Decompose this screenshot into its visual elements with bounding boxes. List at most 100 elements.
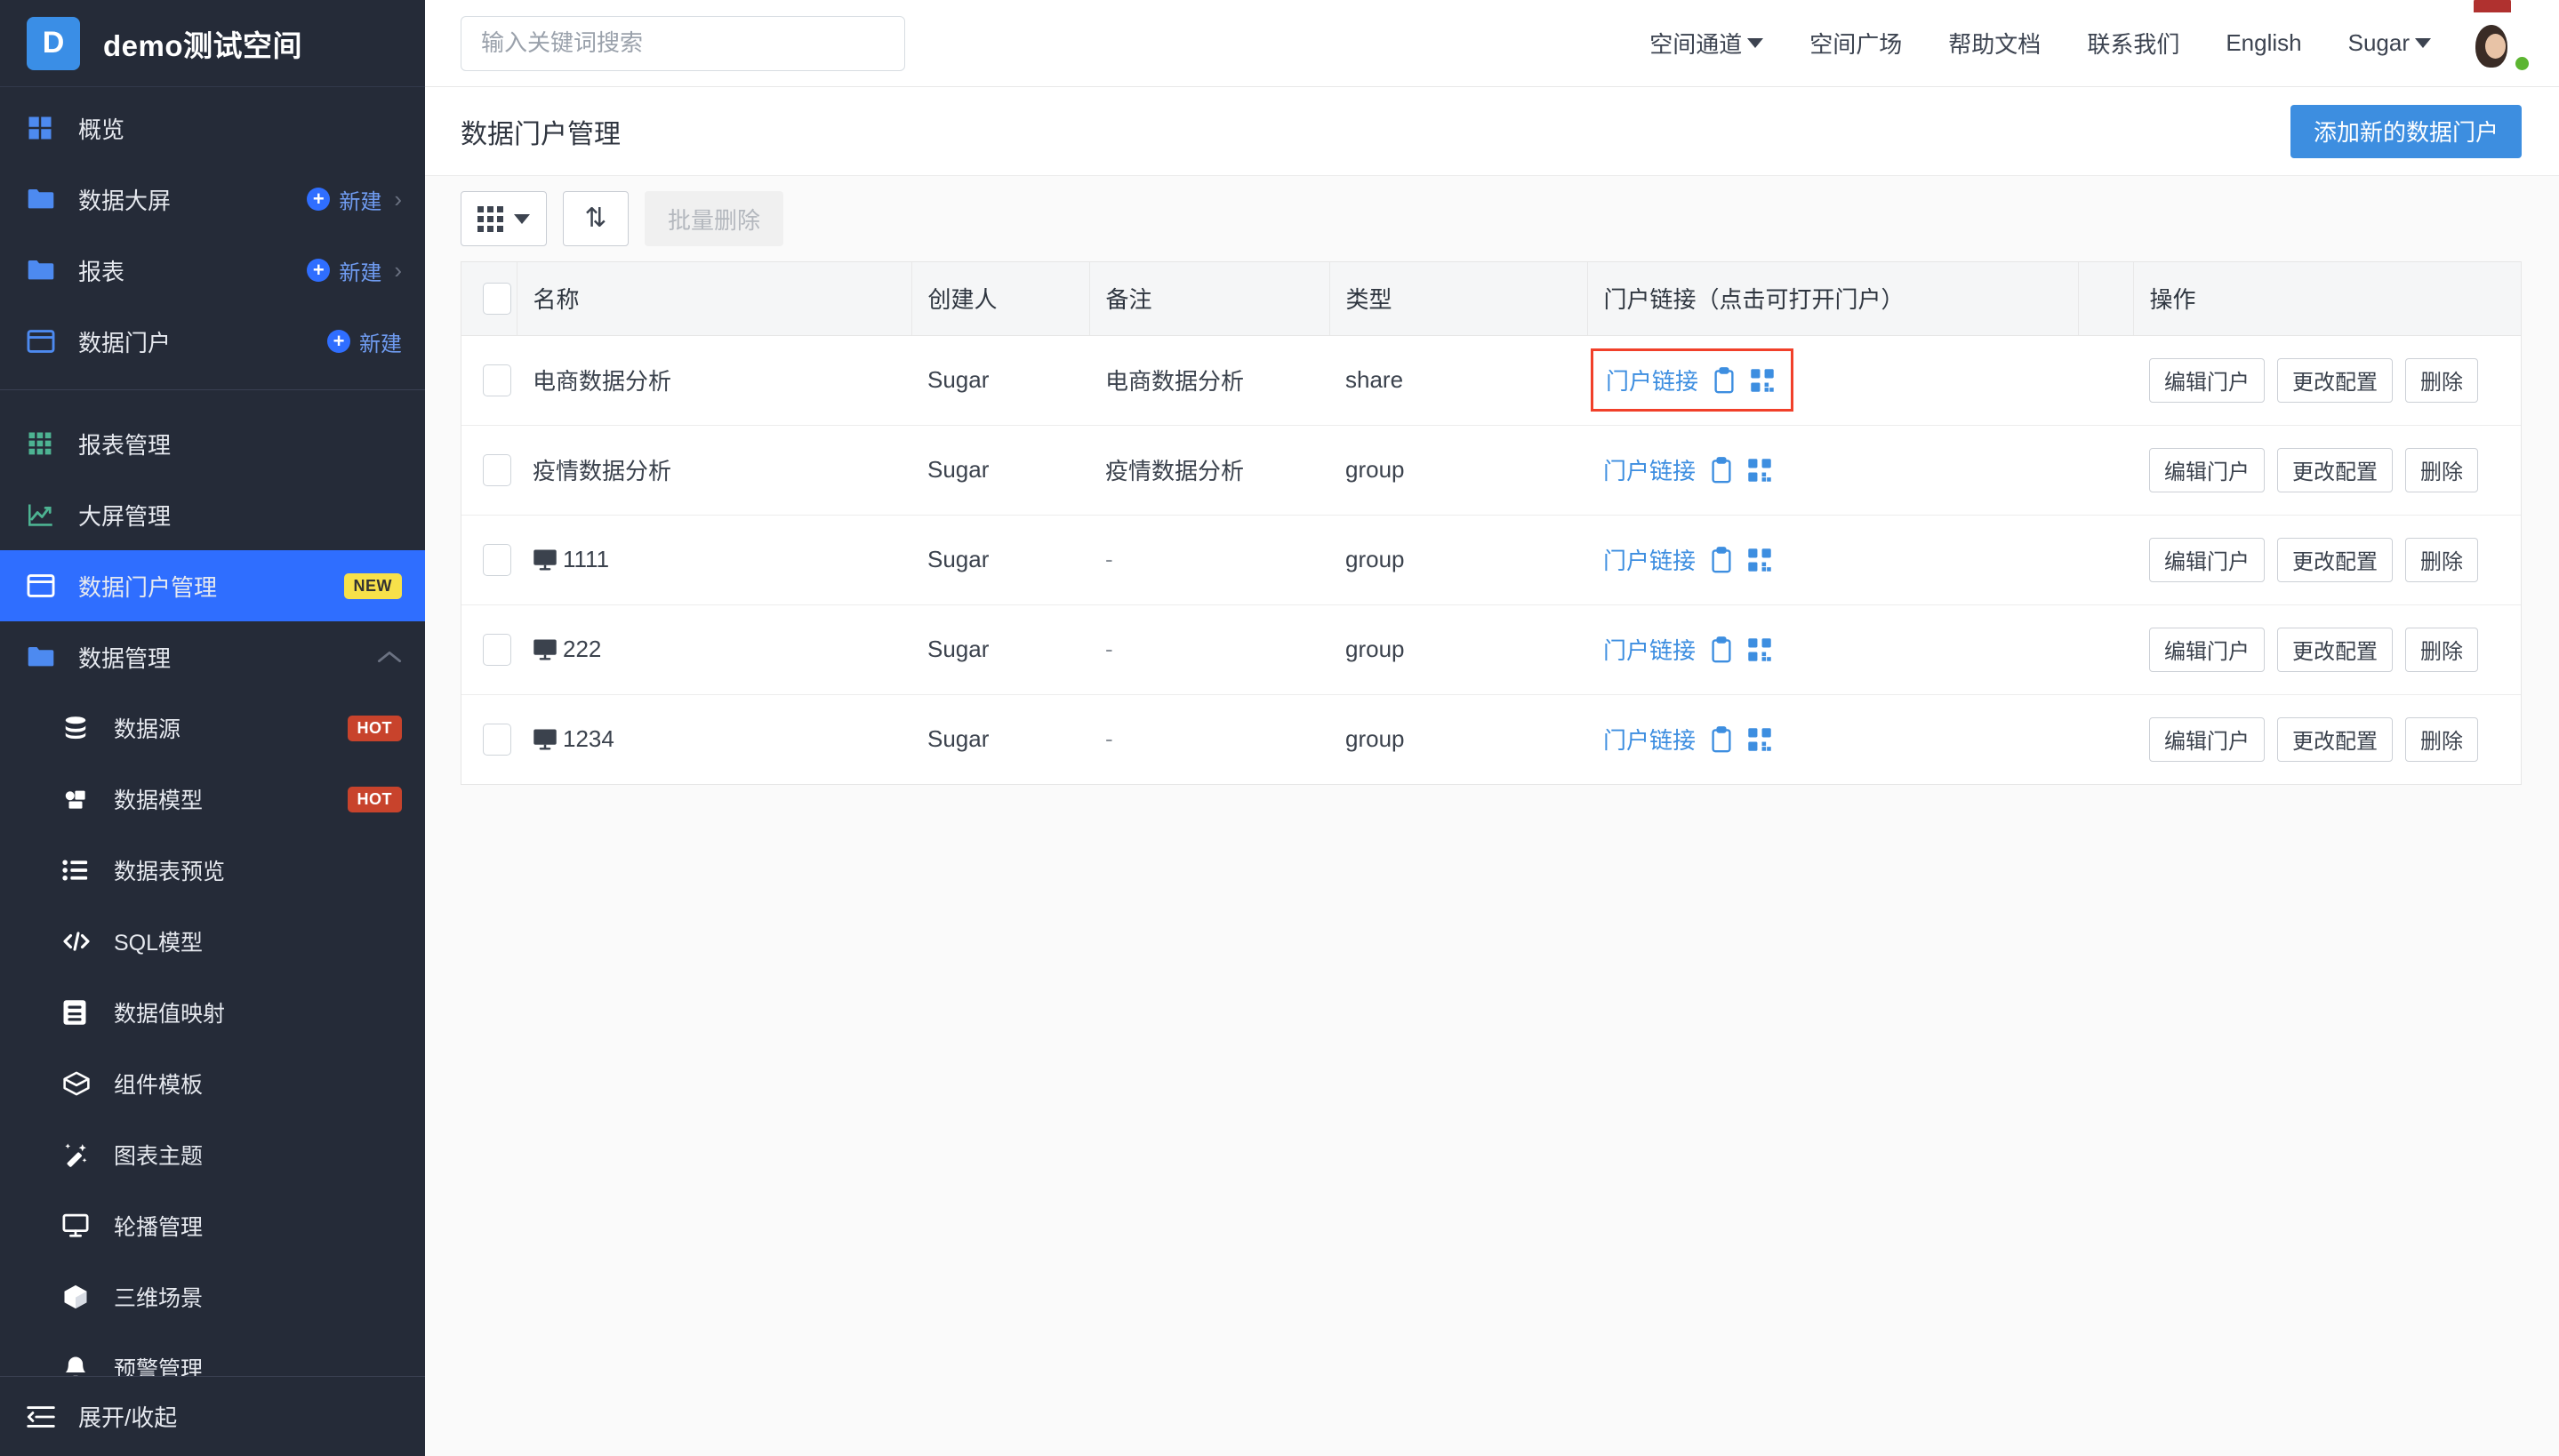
column-settings-button[interactable] (461, 191, 547, 246)
cube-icon (62, 1280, 100, 1314)
sidebar-item-label: 报表 (78, 254, 307, 287)
sidebar-item-table-preview[interactable]: 数据表预览 (0, 835, 425, 906)
topnav-item-language[interactable]: English (2202, 29, 2324, 57)
qrcode-icon[interactable] (1747, 548, 1772, 572)
sidebar-item-chart-theme[interactable]: 图表主题 (0, 1119, 425, 1190)
bulk-delete-button[interactable]: 批量删除 (645, 191, 783, 246)
search-input[interactable] (461, 16, 905, 71)
row-checkbox[interactable] (483, 634, 511, 666)
topnav-item-space-channel[interactable]: 空间通道 (1626, 27, 1786, 60)
sidebar-item-datamodel[interactable]: 数据模型 HOT (0, 764, 425, 835)
sidebar-item-component-template[interactable]: 组件模板 (0, 1048, 425, 1119)
topnav-item-user-menu[interactable]: Sugar (2325, 29, 2454, 57)
sidebar-collapse-toggle[interactable]: 展开/收起 (0, 1376, 425, 1456)
avatar[interactable] (2468, 12, 2531, 75)
chevron-right-icon[interactable]: › (394, 257, 402, 284)
column-header-name[interactable]: 名称 (517, 262, 911, 335)
topnav-item-contact-us[interactable]: 联系我们 (2064, 27, 2202, 60)
change-config-button[interactable]: 更改配置 (2277, 448, 2393, 492)
column-header-type[interactable]: 类型 (1329, 262, 1587, 335)
row-checkbox[interactable] (483, 724, 511, 756)
edit-portal-button[interactable]: 编辑门户 (2149, 448, 2265, 492)
change-config-button[interactable]: 更改配置 (2277, 358, 2393, 403)
sidebar-item-overview[interactable]: 概览 (0, 92, 425, 164)
change-config-button[interactable]: 更改配置 (2277, 628, 2393, 672)
column-header-remark[interactable]: 备注 (1089, 262, 1329, 335)
chevron-up-icon[interactable] (377, 644, 402, 671)
sidebar-item-data-mgmt[interactable]: 数据管理 (0, 621, 425, 692)
sidebar-item-sql-model[interactable]: SQL模型 (0, 906, 425, 977)
folder-icon (27, 182, 64, 216)
table-row[interactable]: 1234 Sugar - group 门户链接 (461, 694, 2521, 784)
portal-link[interactable]: 门户链接 (1606, 364, 1698, 396)
table-row[interactable]: 电商数据分析 Sugar 电商数据分析 share 门户链接 (461, 335, 2521, 425)
qrcode-icon[interactable] (1747, 637, 1772, 662)
qrcode-icon[interactable] (1747, 458, 1772, 483)
sidebar-item-3d-scene[interactable]: 三维场景 (0, 1261, 425, 1332)
sidebar-item-report-mgmt[interactable]: 报表管理 (0, 408, 425, 479)
chevron-down-icon (2415, 38, 2431, 48)
edit-portal-button[interactable]: 编辑门户 (2149, 358, 2265, 403)
sidebar-item-screen-mgmt[interactable]: 大屏管理 (0, 479, 425, 550)
column-header-creator[interactable]: 创建人 (911, 262, 1089, 335)
change-config-button[interactable]: 更改配置 (2277, 717, 2393, 762)
cell-remark: 电商数据分析 (1089, 335, 1329, 425)
delete-button[interactable]: 删除 (2405, 538, 2478, 582)
status-badge-hot: HOT (348, 787, 403, 812)
brand[interactable]: D demo测试空间 (0, 0, 425, 87)
select-all-checkbox[interactable] (483, 283, 511, 315)
grid-icon (477, 206, 503, 232)
create-label: 新建 (339, 255, 381, 286)
sidebar-create-portal[interactable]: + 新建 (327, 326, 402, 357)
sidebar: D demo测试空间 概览 数据大屏 + 新建 › (0, 0, 425, 1456)
portal-link[interactable]: 门户链接 (1603, 453, 1696, 486)
sort-button[interactable]: ⇅ (563, 191, 629, 246)
page-title: 数据门户管理 (461, 112, 621, 151)
delete-button[interactable]: 删除 (2405, 717, 2478, 762)
sidebar-item-reports[interactable]: 报表 + 新建 › (0, 235, 425, 306)
qrcode-icon[interactable] (1750, 368, 1775, 393)
edit-portal-button[interactable]: 编辑门户 (2149, 628, 2265, 672)
edit-portal-button[interactable]: 编辑门户 (2149, 717, 2265, 762)
row-select-cell (461, 515, 517, 604)
sidebar-item-datasource[interactable]: 数据源 HOT (0, 692, 425, 764)
sidebar-item-value-mapping[interactable]: 数据值映射 (0, 977, 425, 1048)
chevron-down-icon (514, 214, 530, 224)
clipboard-icon[interactable] (1710, 547, 1733, 573)
sidebar-item-label: 数据管理 (78, 641, 377, 674)
sidebar-item-carousel-mgmt[interactable]: 轮播管理 (0, 1190, 425, 1261)
topnav-label: 帮助文档 (1948, 27, 2041, 60)
sidebar-item-portal[interactable]: 数据门户 + 新建 (0, 306, 425, 377)
delete-button[interactable]: 删除 (2405, 358, 2478, 403)
qrcode-icon[interactable] (1747, 727, 1772, 752)
delete-button[interactable]: 删除 (2405, 448, 2478, 492)
row-checkbox[interactable] (483, 454, 511, 486)
row-checkbox[interactable] (483, 544, 511, 576)
portal-link[interactable]: 门户链接 (1603, 633, 1696, 666)
sidebar-item-label: 数据门户管理 (78, 570, 344, 603)
topnav-item-help-docs[interactable]: 帮助文档 (1925, 27, 2064, 60)
change-config-button[interactable]: 更改配置 (2277, 538, 2393, 582)
column-header-portal-link[interactable]: 门户链接（点击可打开门户） (1587, 262, 2078, 335)
main-area: 空间通道 空间广场 帮助文档 联系我们 English Sugar (425, 0, 2559, 1456)
delete-button[interactable]: 删除 (2405, 628, 2478, 672)
table-row[interactable]: 1111 Sugar - group 门户链接 (461, 515, 2521, 604)
portal-link[interactable]: 门户链接 (1603, 543, 1696, 576)
cell-actions: 编辑门户 更改配置 删除 (2133, 604, 2521, 694)
portal-link[interactable]: 门户链接 (1603, 723, 1696, 756)
edit-portal-button[interactable]: 编辑门户 (2149, 538, 2265, 582)
sidebar-create-report[interactable]: + 新建 (307, 255, 381, 286)
clipboard-icon[interactable] (1713, 367, 1736, 394)
table-row[interactable]: 222 Sugar - group 门户链接 (461, 604, 2521, 694)
row-checkbox[interactable] (483, 364, 511, 396)
add-portal-button[interactable]: 添加新的数据门户 (2290, 105, 2522, 158)
sidebar-item-dashboards[interactable]: 数据大屏 + 新建 › (0, 164, 425, 235)
clipboard-icon[interactable] (1710, 457, 1733, 484)
clipboard-icon[interactable] (1710, 636, 1733, 663)
chevron-right-icon[interactable]: › (394, 186, 402, 213)
sidebar-create-dashboard[interactable]: + 新建 (307, 184, 381, 215)
topnav-item-space-plaza[interactable]: 空间广场 (1786, 27, 1925, 60)
table-row[interactable]: 疫情数据分析 Sugar 疫情数据分析 group 门户链接 (461, 425, 2521, 515)
sidebar-item-portal-mgmt[interactable]: 数据门户管理 NEW (0, 550, 425, 621)
clipboard-icon[interactable] (1710, 726, 1733, 753)
